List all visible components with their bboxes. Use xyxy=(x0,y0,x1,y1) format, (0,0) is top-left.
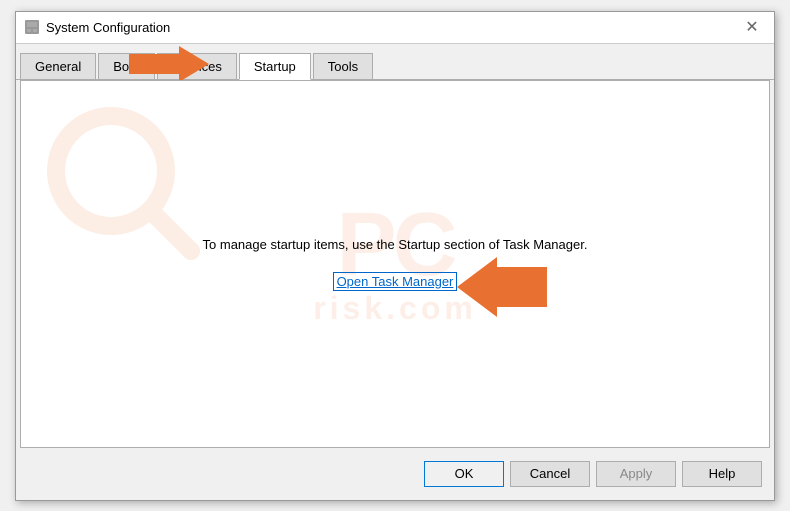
content-inner: To manage startup items, use the Startup… xyxy=(203,237,588,291)
content-area: PC risk.com To manage startup items, use… xyxy=(20,80,770,448)
info-text: To manage startup items, use the Startup… xyxy=(203,237,588,252)
ok-button[interactable]: OK xyxy=(424,461,504,487)
window-title: System Configuration xyxy=(46,20,738,35)
tab-boot[interactable]: Boot xyxy=(98,53,155,79)
magnifier-watermark xyxy=(41,101,201,261)
button-bar: OK Cancel Apply Help xyxy=(16,448,774,500)
tab-general[interactable]: General xyxy=(20,53,96,79)
help-button[interactable]: Help xyxy=(682,461,762,487)
close-button[interactable]: ✕ xyxy=(738,13,766,41)
arrow-annotation-link xyxy=(457,257,547,317)
apply-button[interactable]: Apply xyxy=(596,461,676,487)
tab-startup[interactable]: Startup xyxy=(239,53,311,80)
open-task-manager-link[interactable]: Open Task Manager xyxy=(333,272,458,291)
cancel-button[interactable]: Cancel xyxy=(510,461,590,487)
title-bar: System Configuration ✕ xyxy=(16,12,774,44)
window-icon xyxy=(24,19,40,35)
tab-tools[interactable]: Tools xyxy=(313,53,373,79)
system-configuration-window: System Configuration ✕ General Boot Serv… xyxy=(15,11,775,501)
tab-bar: General Boot Services Startup Tools xyxy=(16,44,774,80)
tab-services[interactable]: Services xyxy=(157,53,237,79)
